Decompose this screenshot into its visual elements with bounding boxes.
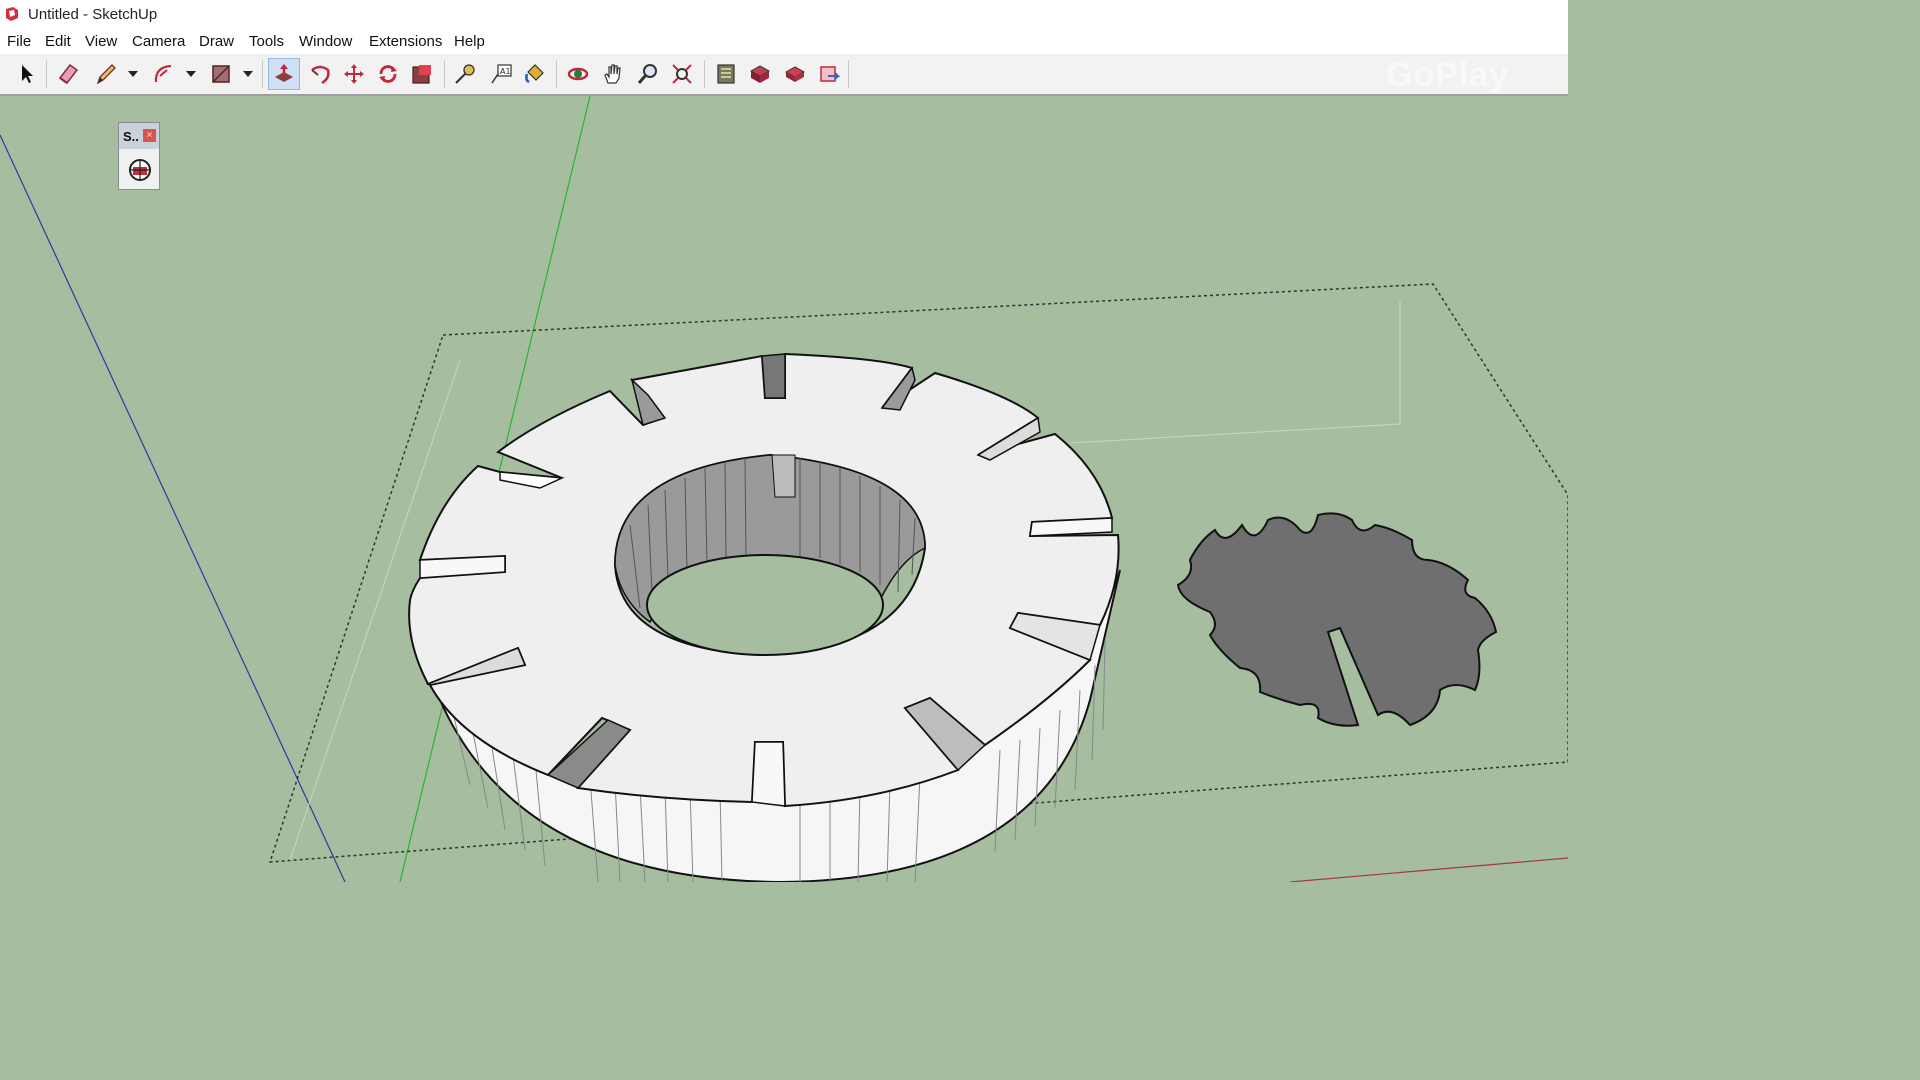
move-icon — [344, 64, 364, 84]
toolbar-separator — [556, 60, 557, 88]
push-pull-tool[interactable] — [268, 58, 300, 90]
shape-tool-dropdown[interactable] — [241, 58, 255, 90]
zoom-tool[interactable] — [632, 58, 664, 90]
title-bar: Untitled - SketchUp — [0, 0, 1568, 30]
menu-tools[interactable]: Tools — [249, 33, 284, 50]
zoom-extents-tool[interactable] — [666, 58, 698, 90]
inner-slot — [771, 454, 796, 498]
menu-window[interactable]: Window — [299, 33, 352, 50]
orbit-tool[interactable] — [562, 58, 594, 90]
scale-icon — [412, 65, 431, 84]
eraser-icon — [58, 63, 79, 85]
pan-tool[interactable] — [597, 58, 629, 90]
toolbar-separator — [848, 60, 849, 88]
chevron-down-icon — [243, 71, 253, 77]
geo-location-button[interactable] — [127, 157, 153, 183]
shape-tool[interactable] — [205, 58, 237, 90]
arc-tool-dropdown[interactable] — [184, 58, 198, 90]
main-toolbar: A1 — [0, 54, 1568, 96]
move-tool[interactable] — [338, 58, 370, 90]
tape-measure-icon — [455, 64, 475, 84]
paint-bucket-icon — [525, 64, 544, 84]
ground-plane-edge — [1069, 423, 1401, 444]
globe-icon — [129, 159, 151, 181]
text-tool[interactable]: A1 — [485, 58, 517, 90]
push-pull-icon — [275, 64, 293, 82]
menu-bar: File Edit View Camera Draw Tools Window … — [0, 30, 1568, 54]
select-tool[interactable] — [10, 58, 42, 90]
menu-view[interactable]: View — [85, 33, 117, 50]
panel-close-button[interactable]: × — [143, 129, 156, 142]
goplay-watermark: GoPlay — [1386, 56, 1510, 94]
tape-measure-tool[interactable] — [449, 58, 481, 90]
extension-warehouse-button[interactable] — [744, 58, 776, 90]
line-tool-dropdown[interactable] — [126, 58, 140, 90]
eraser-tool[interactable] — [52, 58, 84, 90]
scene-canvas — [0, 96, 1568, 882]
menu-help[interactable]: Help — [454, 33, 485, 50]
menu-draw[interactable]: Draw — [199, 33, 234, 50]
follow-me-icon — [311, 65, 330, 85]
window-title: Untitled - SketchUp — [28, 6, 158, 23]
3d-warehouse-button[interactable] — [710, 58, 742, 90]
follow-me-tool[interactable] — [304, 58, 336, 90]
rectangle-icon — [212, 65, 230, 83]
pencil-icon — [96, 64, 116, 85]
toolbar-separator — [704, 60, 705, 88]
magnifier-icon — [637, 64, 657, 84]
panel-header[interactable]: S.. × — [119, 123, 159, 149]
toolbar-separator — [262, 60, 263, 88]
layout-icon — [784, 66, 806, 82]
toolbar-separator — [444, 60, 445, 88]
send-icon — [820, 66, 841, 82]
paint-bucket-tool[interactable] — [519, 58, 551, 90]
menu-file[interactable]: File — [7, 33, 31, 50]
text-icon: A1 — [491, 64, 512, 84]
svg-text:A1: A1 — [500, 67, 511, 76]
rotate-tool[interactable] — [372, 58, 404, 90]
panel-title: S.. — [123, 129, 139, 144]
layout-button[interactable] — [779, 58, 811, 90]
blue-axis-line — [0, 134, 346, 882]
scale-tool[interactable] — [406, 58, 438, 90]
warehouse-icon — [717, 64, 735, 84]
toolbar-separator — [46, 60, 47, 88]
arrow-cursor-icon — [22, 65, 33, 83]
floating-toolbar-panel: S.. × — [118, 122, 160, 190]
hand-icon — [604, 64, 621, 84]
gear-hole — [646, 554, 884, 656]
menu-edit[interactable]: Edit — [45, 33, 71, 50]
line-tool[interactable] — [90, 58, 122, 90]
zoom-extents-icon — [672, 64, 692, 84]
chevron-down-icon — [186, 71, 196, 77]
model-viewport[interactable] — [0, 96, 1568, 882]
sketchup-logo-icon — [6, 7, 18, 21]
red-axis-line — [1289, 857, 1568, 882]
extension-warehouse-icon — [749, 65, 771, 83]
orbit-icon — [567, 67, 589, 81]
rotate-icon — [379, 65, 397, 83]
menu-extensions[interactable]: Extensions — [369, 33, 442, 50]
arc-icon — [154, 64, 172, 83]
menu-camera[interactable]: Camera — [132, 33, 185, 50]
send-to-layout-button[interactable] — [814, 58, 846, 90]
flat-gear-profile — [1176, 512, 1498, 727]
arc-tool[interactable] — [147, 58, 179, 90]
chevron-down-icon — [128, 71, 138, 77]
